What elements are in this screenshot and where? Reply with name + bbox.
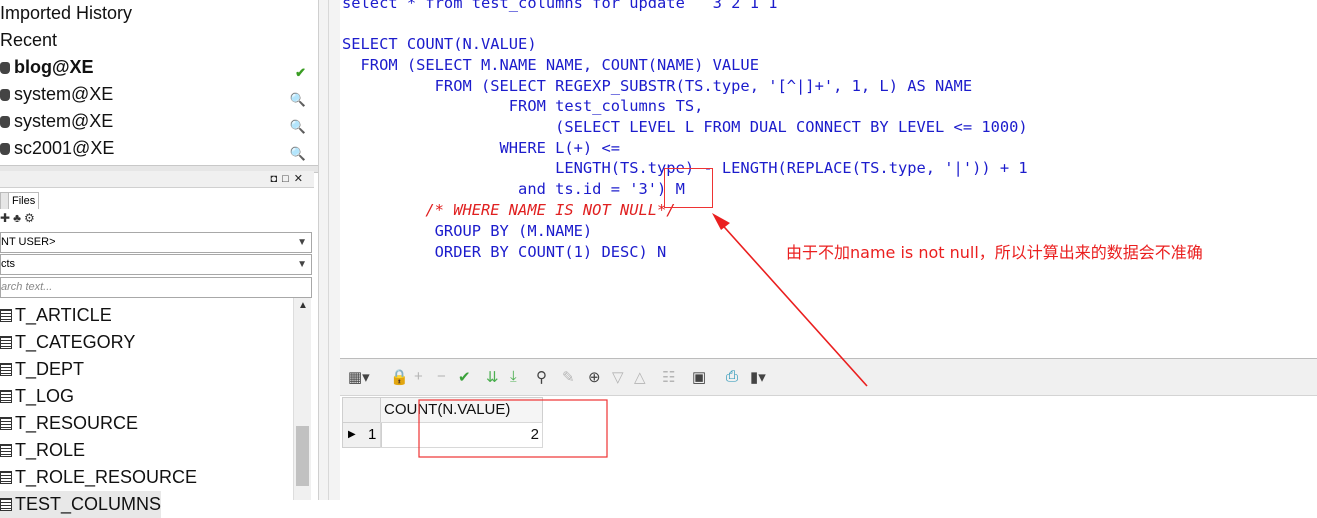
connection-label: blog@XE <box>14 57 94 77</box>
clear-icon[interactable]: ✎ <box>562 368 575 386</box>
table-item[interactable]: T_LOG <box>0 383 74 410</box>
grid-corner <box>342 397 382 423</box>
new-object-icon[interactable]: ✚ <box>0 211 13 225</box>
table-icon <box>0 309 12 322</box>
grid-cell[interactable]: 2 <box>380 422 543 448</box>
delete-record-icon[interactable]: − <box>437 368 446 385</box>
highlight-box <box>664 168 713 208</box>
current-row-arrow-icon: ▶ <box>348 429 356 440</box>
connection-item-sc2001[interactable]: sc2001@XE 🔍 <box>0 135 314 162</box>
query-by-example-icon[interactable]: ⊕ <box>588 368 601 386</box>
sql-editor[interactable]: select * from test_columns for update 3 … <box>340 0 1317 359</box>
table-icon <box>0 390 12 403</box>
table-icon <box>0 471 12 484</box>
search-icon[interactable]: 🔍 <box>290 140 306 167</box>
code-line: FROM (SELECT M.NAME NAME, COUNT(NAME) VA… <box>342 56 759 74</box>
connection-label: system@XE <box>14 111 114 131</box>
grid-view-icon[interactable]: ▦▾ <box>348 368 370 386</box>
table-item-selected[interactable]: TEST_COLUMNS <box>0 491 162 518</box>
connection-item-system-2[interactable]: system@XE 🔍 <box>0 108 314 135</box>
recent-node[interactable]: Recent <box>0 27 314 54</box>
code-line: FROM (SELECT REGEXP_SUBSTR(TS.type, '[^|… <box>342 77 973 95</box>
table-item[interactable]: T_CATEGORY <box>0 329 135 356</box>
panel-window-controls[interactable]: ◘□✕ <box>270 172 308 185</box>
scrollbar-thumb[interactable] <box>296 426 309 486</box>
database-icon <box>0 116 10 128</box>
imported-history-node[interactable]: Imported History <box>0 0 314 27</box>
table-item[interactable]: T_ROLE <box>0 437 85 464</box>
panel-tabs: Files <box>0 190 314 210</box>
code-line: (SELECT LEVEL L FROM DUAL CONNECT BY LEV… <box>342 118 1028 136</box>
chart-icon[interactable]: ▮▾ <box>750 368 766 386</box>
connection-item-system-1[interactable]: system@XE 🔍 <box>0 81 314 108</box>
object-list-scrollbar[interactable]: ▲ <box>293 298 311 500</box>
vertical-splitter[interactable] <box>318 0 341 500</box>
table-label: TEST_COLUMNS <box>15 494 162 514</box>
table-label: T_ROLE <box>15 440 86 460</box>
table-label: T_CATEGORY <box>15 332 136 352</box>
chevron-down-icon: ▼ <box>297 237 307 248</box>
recent-label: Recent <box>0 30 58 50</box>
filter-icon[interactable]: ⚙ <box>24 211 38 225</box>
user-select-value: NT USER> <box>1 236 56 248</box>
result-toolbar: ▦▾ 🔒 + − ✔ ⇊ ⤓ ⚲ ✎ ⊕ ▽ △ ☷ ▣ ⎙ ▮▾ <box>340 359 1317 396</box>
user-select[interactable]: NT USER> ▼ <box>0 232 312 253</box>
table-icon <box>0 336 12 349</box>
table-label: T_DEPT <box>15 359 85 379</box>
table-label: T_ROLE_RESOURCE <box>15 467 198 487</box>
imported-history-label: Imported History <box>0 3 133 23</box>
export-icon[interactable]: ☷ <box>662 368 675 386</box>
fetch-last-icon[interactable]: ⤓ <box>510 368 517 385</box>
chevron-down-icon: ▼ <box>297 259 307 270</box>
refresh-icon[interactable]: ♣ <box>13 211 24 225</box>
table-item[interactable]: T_RESOURCE <box>0 410 138 437</box>
table-item[interactable]: T_ROLE_RESOURCE <box>0 464 197 491</box>
code-line: GROUP BY (M.NAME) <box>342 222 593 240</box>
post-changes-icon[interactable]: ✔ <box>458 368 471 386</box>
previous-record-icon[interactable]: ▽ <box>612 368 624 386</box>
database-icon <box>0 143 10 155</box>
table-item[interactable]: T_DEPT <box>0 356 84 383</box>
panel-titlebar: ◘□✕ <box>0 171 314 188</box>
connection-label: sc2001@XE <box>14 138 115 158</box>
lock-icon[interactable]: 🔒 <box>390 368 409 386</box>
row-indicator[interactable]: ▶ 1 <box>342 422 382 448</box>
code-line: select * from test_columns for update 3 … <box>342 0 778 12</box>
annotation-text: 由于不加name is not null，所以计算出来的数据会不准确 <box>786 243 1203 262</box>
table-icon <box>0 444 12 457</box>
connection-item-blog[interactable]: blog@XE ✔ <box>0 54 314 81</box>
splitter-line <box>328 0 329 500</box>
table-label: T_LOG <box>15 386 75 406</box>
object-navigator-pane: Imported History Recent blog@XE ✔ system… <box>0 0 319 518</box>
scroll-up-icon[interactable]: ▲ <box>298 300 308 311</box>
row-number: 1 <box>368 426 377 443</box>
insert-record-icon[interactable]: + <box>414 368 423 385</box>
code-line: FROM test_columns TS, <box>342 97 704 115</box>
object-browser-toolbar: ✚♣⚙ <box>0 211 38 231</box>
table-icon <box>0 417 12 430</box>
object-type-value: cts <box>1 258 16 270</box>
table-icon <box>0 363 12 376</box>
table-label: T_ARTICLE <box>15 305 112 325</box>
database-icon <box>0 62 10 74</box>
object-search-input[interactable]: arch text... <box>0 277 312 298</box>
object-type-select[interactable]: cts ▼ <box>0 254 312 275</box>
fetch-next-icon[interactable]: ⇊ <box>486 368 499 386</box>
connection-label: system@XE <box>14 84 114 104</box>
print-icon[interactable]: ⎙ <box>726 368 738 385</box>
table-label: T_RESOURCE <box>15 413 139 433</box>
tab-files[interactable]: Files <box>8 192 40 209</box>
binoculars-icon[interactable]: ⚲ <box>536 368 547 386</box>
code-line-comment: /* WHERE NAME IS NOT NULL*/ <box>342 201 676 219</box>
column-header[interactable]: COUNT(N.VALUE) <box>380 397 543 423</box>
next-record-icon[interactable]: △ <box>634 368 646 386</box>
table-item[interactable]: T_ARTICLE <box>0 302 112 329</box>
save-icon[interactable]: ▣ <box>692 368 706 386</box>
code-line: WHERE L(+) <= <box>342 139 620 157</box>
database-icon <box>0 89 10 101</box>
code-line: and ts.id = '3') M <box>342 180 685 198</box>
code-line: ORDER BY COUNT(1) DESC) N <box>342 243 667 261</box>
code-line: SELECT COUNT(N.VALUE) <box>342 35 537 53</box>
result-pane: ▦▾ 🔒 + − ✔ ⇊ ⤓ ⚲ ✎ ⊕ ▽ △ ☷ ▣ ⎙ ▮▾ COUNT(… <box>340 359 1317 500</box>
